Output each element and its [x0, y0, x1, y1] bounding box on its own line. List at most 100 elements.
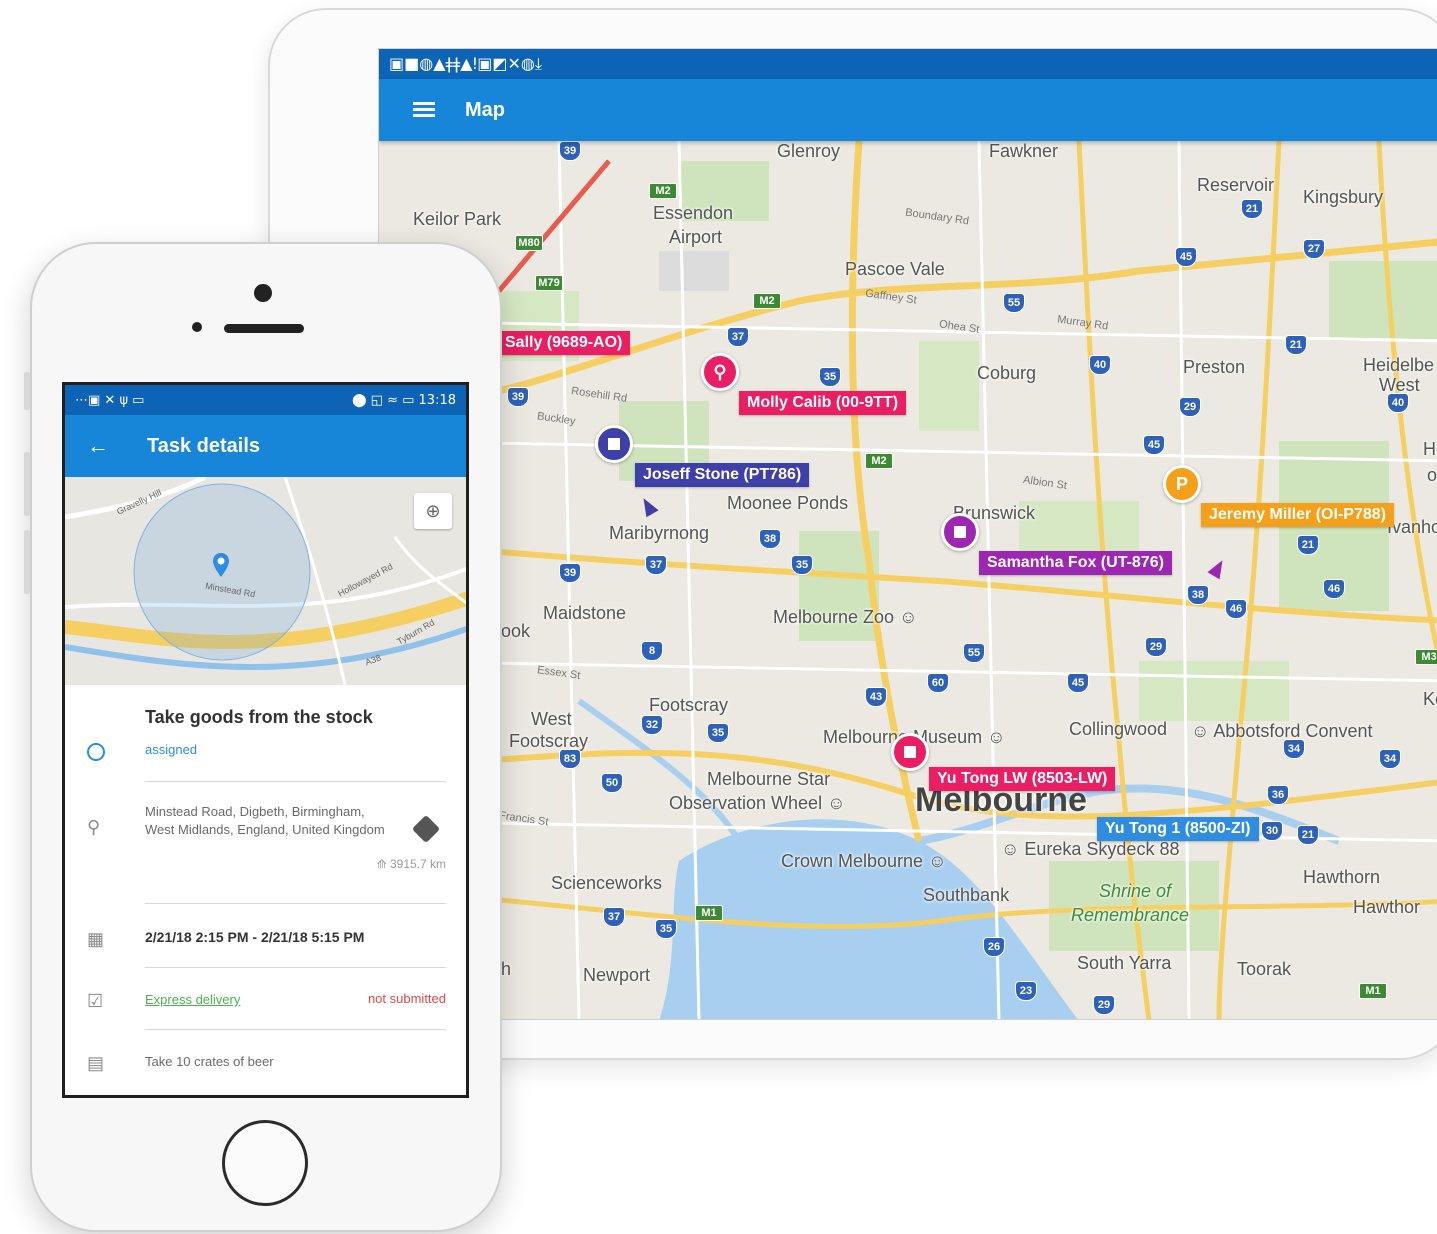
status-right-icons: ⬤ ◱ ≈ ▭ 13:18	[352, 392, 456, 408]
stop-icon[interactable]	[941, 513, 979, 551]
route-shield: 55	[963, 643, 985, 663]
route-shield: 29	[1179, 397, 1201, 417]
map-view[interactable]: Glenroy Fawkner Keilor Park Essendon Airport…	[379, 141, 1437, 1019]
tower-icon[interactable]: ⚲	[701, 353, 739, 391]
vehicle-label[interactable]: Molly Calib (00-9TT)	[739, 391, 907, 415]
map-place-label: Footscray	[649, 695, 729, 715]
volume-down-button	[24, 530, 30, 594]
route-shield: 45	[1067, 673, 1089, 693]
volume-up-button	[24, 452, 30, 516]
vehicle-label[interactable]: Sally (9689-AO)	[497, 331, 631, 355]
route-shield: 43	[865, 687, 887, 707]
back-arrow-icon[interactable]: ←	[87, 433, 109, 459]
parking-icon[interactable]: P	[1163, 465, 1201, 503]
map-place-label: Melbourne Zoo ☺	[773, 607, 918, 627]
map-place-label: Glenroy	[777, 141, 841, 161]
route-shield: 32	[641, 715, 663, 735]
route-shield: 40	[1387, 393, 1409, 413]
vehicle-label[interactable]: Yu Tong LW (8503-LW)	[929, 767, 1116, 791]
vehicle-label[interactable]: Jeremy Miller (OI-P788)	[1201, 503, 1394, 527]
motorway-shield: M3	[1415, 649, 1437, 665]
map-place-label: ☺ Abbotsford Convent	[1191, 721, 1373, 741]
stop-icon[interactable]	[595, 425, 633, 463]
map-place-label: Keilor Park	[413, 209, 502, 229]
route-shield: 30	[1261, 821, 1283, 841]
task-title: Take goods from the stock	[145, 707, 373, 727]
map-place-label: Heidelbe	[1363, 355, 1435, 375]
map-place-label: Essendon	[653, 203, 734, 223]
route-shield: 46	[1225, 599, 1247, 619]
route-shield: 37	[603, 907, 625, 927]
map-place-label: Ivanhoe	[1387, 517, 1437, 537]
route-shield: 35	[819, 367, 841, 387]
route-shield: 35	[707, 723, 729, 743]
status-icons: ▣■◍▲ǂǂ▲ǃ▣◩✕◍⤓	[389, 54, 542, 73]
phone-screen: ⋯▣ ✕ ψ ▭ ⬤ ◱ ≈ ▭ 13:18 ← Task details Gr…	[62, 382, 469, 1098]
delivery-status: not submitted	[367, 991, 446, 1006]
route-shield: 35	[655, 919, 677, 939]
map-place-label: Ke	[1423, 689, 1437, 709]
map-place-label: Hawthor	[1353, 897, 1421, 917]
route-shield: 21	[1297, 535, 1319, 555]
route-shield: 21	[1285, 335, 1307, 355]
map-place-label: Southbank	[923, 885, 1010, 905]
route-shield: 39	[559, 141, 581, 161]
map-place-label: ☺ Eureka Skydeck 88	[1001, 839, 1180, 859]
home-button[interactable]	[222, 1120, 308, 1206]
phone-app-bar: ← Task details	[65, 415, 466, 477]
route-shield: 37	[645, 555, 667, 575]
mute-switch	[24, 372, 30, 410]
map-place-label: Newport	[583, 965, 651, 985]
datetime-row: ▦ 2/21/18 2:15 PM - 2/21/18 5:15 PM	[65, 929, 466, 957]
route-shield: 39	[507, 387, 529, 407]
route-shield: 60	[927, 673, 949, 693]
map-place-label: West	[531, 709, 572, 729]
map-place-label: Melbourne Star	[707, 769, 831, 789]
vehicle-label[interactable]: Samantha Fox (UT-876)	[979, 551, 1172, 575]
delivery-type-link[interactable]: Express delivery	[145, 992, 240, 1007]
address-row[interactable]: ⚲ Minstead Road, Digbeth, Birmingham, We…	[65, 803, 466, 883]
map-place-label: Airport	[669, 227, 723, 247]
map-place-label: Reservoir	[1197, 175, 1275, 195]
map-place-label: h	[501, 959, 512, 979]
route-shield: 34	[1283, 739, 1305, 759]
vehicle-label[interactable]: Yu Tong 1 (8500-ZI)	[1097, 817, 1259, 841]
route-shield: 34	[1379, 749, 1401, 769]
motorway-shield: M80	[515, 235, 543, 251]
route-shield: 21	[1297, 825, 1319, 845]
map-place-label: He	[1423, 439, 1437, 459]
my-location-button[interactable]: ⊕	[414, 493, 452, 529]
divider	[145, 781, 446, 782]
status-left-icons: ⋯▣ ✕ ψ ▭	[75, 392, 145, 408]
map-place-label: Preston	[1183, 357, 1246, 377]
front-camera	[254, 284, 272, 302]
tablet-status-bar: ▣■◍▲ǂǂ▲ǃ▣◩✕◍⤓	[379, 49, 1437, 79]
motorway-shield: M1	[1359, 983, 1387, 999]
map-place-label: Scienceworks	[551, 873, 663, 893]
task-datetime: 2/21/18 2:15 PM - 2/21/18 5:15 PM	[145, 929, 365, 945]
task-details-panel: Take goods from the stock assigned ⚲ Min…	[65, 685, 466, 1095]
stop-icon[interactable]	[891, 733, 929, 771]
tablet-screen: ▣■◍▲ǂǂ▲ǃ▣◩✕◍⤓ Map Glenroy Fawkner Keilor…	[378, 48, 1437, 1020]
route-shield: 40	[1089, 355, 1111, 375]
route-shield: 21	[1241, 199, 1263, 219]
route-shield: 55	[1003, 293, 1025, 313]
delivery-row[interactable]: ☑ Express delivery not submitted	[65, 991, 466, 1017]
motorway-shield: M2	[865, 453, 893, 469]
motorway-shield: M1	[695, 905, 723, 921]
map-park-label: Remembrance	[1071, 905, 1190, 925]
task-location-map[interactable]: Gravelly Hill Minstead Rd Hollowayed Rd …	[65, 477, 466, 685]
location-pin-icon	[213, 553, 229, 577]
menu-icon[interactable]	[413, 102, 435, 118]
task-header-row[interactable]: Take goods from the stock assigned	[65, 707, 466, 767]
map-place-label: Collingwood	[1069, 719, 1168, 739]
map-place-label: Crown Melbourne ☺	[781, 851, 947, 871]
route-shield: 39	[559, 563, 581, 583]
tablet-app-bar: Map	[379, 79, 1437, 141]
route-shield: 23	[1015, 981, 1037, 1001]
page-title: Task details	[147, 434, 261, 457]
map-place-label: Moonee Ponds	[727, 493, 849, 513]
motorway-shield: M2	[649, 183, 677, 199]
vehicle-label[interactable]: Joseff Stone (PT786)	[635, 463, 810, 487]
route-shield: 50	[601, 773, 623, 793]
